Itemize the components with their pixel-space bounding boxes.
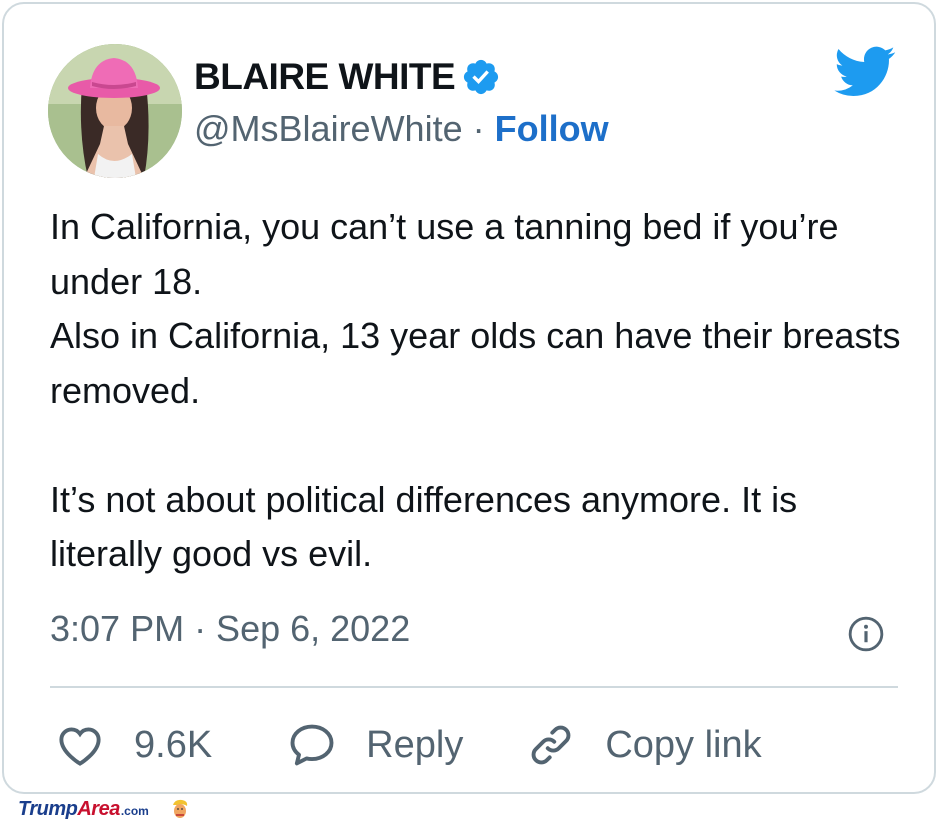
tweet-text-line: It’s not about political differences any… [50, 478, 798, 575]
watermark-face-icon [172, 799, 188, 818]
tweet-text: In California, you can’t use a tanning b… [50, 200, 910, 582]
watermark-brand-suffix: .com [120, 804, 149, 818]
speech-bubble-icon [290, 724, 334, 766]
heart-icon [59, 727, 101, 766]
tweet-text-line: Also in California, 13 year olds can hav… [50, 315, 901, 411]
handle-separator: · [462, 108, 495, 149]
copy-link-label: Copy link [605, 723, 762, 766]
watermark-brand-part1: Trump [18, 797, 78, 820]
author-name-row: BLAIRE WHITE [194, 54, 501, 100]
like-count: 9.6K [134, 723, 213, 766]
link-icon [531, 725, 571, 765]
tweet-timestamp[interactable]: 3:07 PM · Sep 6, 2022 [50, 608, 410, 650]
tweet-text-line: In California, you can’t use a tanning b… [50, 206, 839, 302]
follow-button[interactable]: Follow [495, 108, 609, 149]
reply-button[interactable]: Reply [286, 719, 463, 771]
verified-badge-icon [464, 59, 499, 95]
author-handle[interactable]: @MsBlaireWhite [194, 108, 463, 149]
twitter-bird-icon[interactable] [834, 46, 896, 98]
info-icon[interactable] [847, 615, 885, 653]
tweet-text-line [50, 418, 910, 473]
avatar[interactable] [48, 44, 182, 178]
handle-row: @MsBlaireWhite · Follow [194, 108, 609, 150]
reply-label: Reply [366, 723, 464, 766]
avatar-image [48, 44, 182, 178]
like-button[interactable]: 9.6K [54, 719, 212, 771]
copy-link-button[interactable]: Copy link [525, 719, 762, 771]
watermark: Trump Area .com [18, 797, 191, 821]
divider [50, 686, 898, 688]
display-name[interactable]: BLAIRE WHITE [194, 56, 456, 98]
watermark-brand-part2: Area [77, 797, 120, 820]
action-bar: 9.6K Reply Copy link [54, 714, 762, 776]
tweet-card: BLAIRE WHITE @MsBlaireWhite · Follow In … [2, 2, 936, 794]
